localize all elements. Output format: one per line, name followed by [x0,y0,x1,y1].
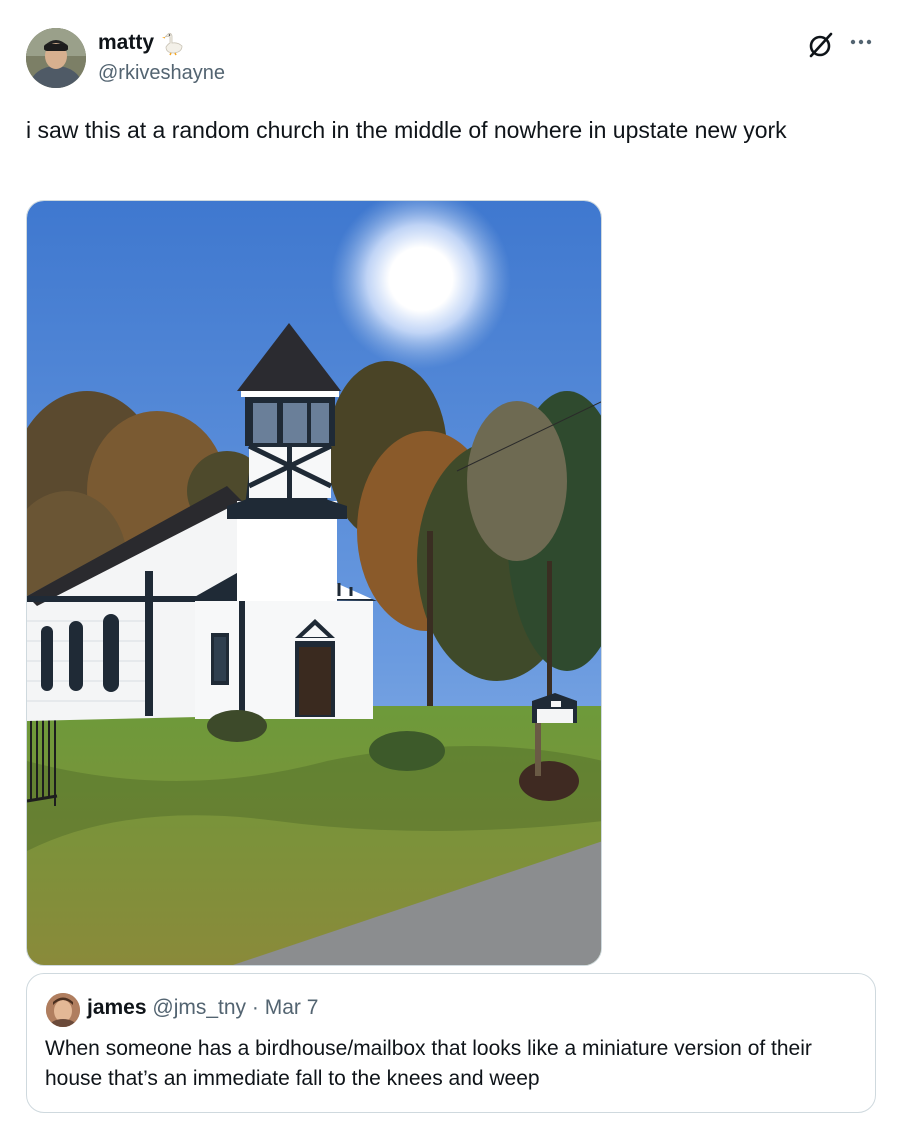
church-photo [27,201,601,965]
goose-emoji-icon [160,30,186,56]
author-handle[interactable]: @rkiveshayne [98,62,225,85]
grok-icon[interactable] [806,30,836,60]
quoted-text: When someone has a birdhouse/mailbox tha… [45,1037,812,1090]
post: matty @rkiveshayne i saw this at a rando… [0,0,904,1124]
quoted-separator: · [251,996,259,1019]
post-image[interactable] [26,200,602,966]
display-name-row: matty [98,30,186,56]
quoted-display-name[interactable]: james [87,996,147,1019]
avatar-image [26,28,86,88]
post-text: i saw this at a random church in the mid… [26,117,787,143]
quoted-author-avatar[interactable] [46,993,80,1027]
quoted-handle[interactable]: @jms_tny [152,996,246,1019]
quoted-avatar-image [46,993,80,1027]
quoted-date[interactable]: Mar 7 [265,996,319,1019]
quoted-post[interactable]: james @jms_tny · Mar 7 When someone has … [26,973,876,1113]
quoted-header: james @jms_tny · Mar 7 [87,996,318,1020]
author-avatar[interactable] [26,28,86,88]
more-icon[interactable] [848,32,874,52]
display-name[interactable]: matty [98,31,154,55]
